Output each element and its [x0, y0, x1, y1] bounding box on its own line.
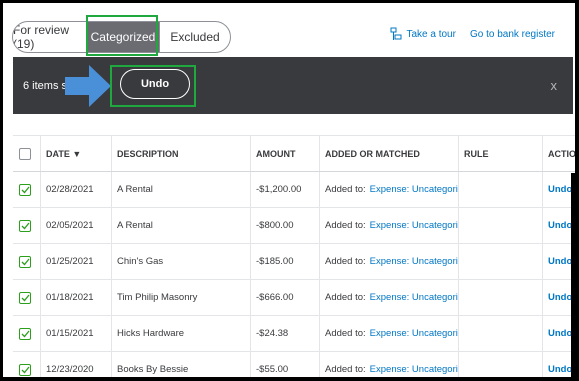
- category-link[interactable]: Expense: Uncategorized Expe: [370, 328, 458, 339]
- check-icon: [21, 186, 30, 193]
- row-checkbox[interactable]: [19, 291, 31, 304]
- row-amount: -$185.00: [251, 244, 320, 279]
- row-checkbox-cell: [13, 172, 41, 207]
- column-header-description: DESCRIPTION: [112, 136, 251, 171]
- added-to-label: Added to:: [325, 292, 366, 303]
- added-to-label: Added to:: [325, 256, 366, 267]
- table-row: 01/15/2021 Hicks Hardware -$24.38 Added …: [13, 316, 575, 352]
- table-row: 02/05/2021 A Rental -$800.00 Added to: E…: [13, 208, 575, 244]
- take-tour-link[interactable]: Take a tour: [390, 27, 456, 41]
- check-icon: [21, 222, 30, 229]
- row-rule: [459, 244, 543, 279]
- table-row: 12/23/2020 Books By Bessie -$55.00 Added…: [13, 352, 575, 377]
- row-undo-link[interactable]: Undo: [548, 328, 572, 339]
- row-description: Chin's Gas: [112, 244, 251, 279]
- row-undo-link[interactable]: Undo: [548, 256, 572, 267]
- row-date: 01/25/2021: [41, 244, 112, 279]
- row-rule: [459, 316, 543, 351]
- check-icon: [21, 258, 30, 265]
- row-checkbox-cell: [13, 352, 41, 377]
- row-checkbox[interactable]: [19, 255, 31, 268]
- row-rule: [459, 352, 543, 377]
- row-date: 01/15/2021: [41, 316, 112, 351]
- select-all-checkbox[interactable]: [19, 147, 31, 160]
- added-to-label: Added to:: [325, 364, 366, 375]
- bank-register-link[interactable]: Go to bank register: [470, 29, 555, 40]
- row-date: 01/18/2021: [41, 280, 112, 315]
- row-checkbox-cell: [13, 208, 41, 243]
- row-date: 12/23/2020: [41, 352, 112, 377]
- row-amount: -$24.38: [251, 316, 320, 351]
- row-added: Added to: Expense: Uncategorized Expe: [320, 280, 459, 315]
- row-description: A Rental: [112, 172, 251, 207]
- row-checkbox-cell: [13, 244, 41, 279]
- tour-icon: [390, 27, 402, 40]
- row-description: Books By Bessie: [112, 352, 251, 377]
- row-description: Tim Philip Masonry: [112, 280, 251, 315]
- added-to-label: Added to:: [325, 184, 366, 195]
- check-icon: [21, 294, 30, 301]
- check-icon: [21, 366, 30, 373]
- row-rule: [459, 172, 543, 207]
- highlight-box-categorized: [86, 15, 158, 56]
- row-amount: -$55.00: [251, 352, 320, 377]
- added-to-label: Added to:: [325, 220, 366, 231]
- row-date: 02/28/2021: [41, 172, 112, 207]
- row-rule: [459, 280, 543, 315]
- category-link[interactable]: Expense: Uncategorized Expe: [370, 292, 458, 303]
- category-link[interactable]: Expense: Uncategorized Expe: [370, 184, 458, 195]
- row-added: Added to: Expense: Uncategorized Expe: [320, 172, 459, 207]
- table-row: 01/18/2021 Tim Philip Masonry -$666.00 A…: [13, 280, 575, 316]
- row-checkbox-cell: [13, 316, 41, 351]
- row-undo-link[interactable]: Undo: [548, 292, 572, 303]
- tab-excluded[interactable]: Excluded: [160, 22, 230, 52]
- row-amount: -$666.00: [251, 280, 320, 315]
- row-added: Added to: Expense: Uncategorized Expe: [320, 244, 459, 279]
- column-header-rule: RULE: [459, 136, 543, 171]
- vertical-scrollbar[interactable]: [571, 173, 575, 377]
- row-checkbox[interactable]: [19, 183, 31, 196]
- table-row: 01/25/2021 Chin's Gas -$185.00 Added to:…: [13, 244, 575, 280]
- column-header-date[interactable]: DATE ▼: [41, 136, 112, 171]
- row-undo-link[interactable]: Undo: [548, 220, 572, 231]
- row-added: Added to: Expense: Uncategorized Expe: [320, 316, 459, 351]
- top-links: Take a tour Go to bank register: [390, 27, 555, 41]
- transactions-table: DATE ▼ DESCRIPTION AMOUNT ADDED OR MATCH…: [13, 135, 575, 377]
- row-description: A Rental: [112, 208, 251, 243]
- category-link[interactable]: Expense: Uncategorized Expe: [370, 364, 458, 375]
- close-icon[interactable]: x: [551, 57, 558, 114]
- row-undo-link[interactable]: Undo: [548, 184, 572, 195]
- row-checkbox[interactable]: [19, 219, 31, 232]
- take-tour-label: Take a tour: [406, 28, 456, 40]
- column-header-amount: AMOUNT: [251, 136, 320, 171]
- check-icon: [21, 330, 30, 337]
- undo-button[interactable]: Undo: [120, 69, 190, 99]
- category-link[interactable]: Expense: Uncategorized Expe: [370, 220, 458, 231]
- table-row: 02/28/2021 A Rental -$1,200.00 Added to:…: [13, 172, 575, 208]
- column-header-added: ADDED OR MATCHED: [320, 136, 459, 171]
- row-checkbox[interactable]: [19, 327, 31, 340]
- row-checkbox-cell: [13, 280, 41, 315]
- tab-for-review[interactable]: For review (19): [13, 22, 87, 52]
- row-date: 02/05/2021: [41, 208, 112, 243]
- select-all-cell: [13, 136, 41, 171]
- bank-feed-panel: For review (19) Categorized Excluded Tak…: [3, 3, 575, 377]
- category-link[interactable]: Expense: Uncategorized Expe: [370, 256, 458, 267]
- row-amount: -$800.00: [251, 208, 320, 243]
- added-to-label: Added to:: [325, 328, 366, 339]
- row-added: Added to: Expense: Uncategorized Expe: [320, 352, 459, 377]
- row-amount: -$1,200.00: [251, 172, 320, 207]
- column-header-action: ACTION: [548, 148, 575, 159]
- row-undo-link[interactable]: Undo: [548, 364, 572, 375]
- row-description: Hicks Hardware: [112, 316, 251, 351]
- arrow-right-icon: [65, 65, 111, 107]
- row-rule: [459, 208, 543, 243]
- row-added: Added to: Expense: Uncategorized Expe: [320, 208, 459, 243]
- row-checkbox[interactable]: [19, 363, 31, 376]
- table-header: DATE ▼ DESCRIPTION AMOUNT ADDED OR MATCH…: [13, 135, 575, 172]
- batch-action-bar: 6 items sele Undo x: [13, 57, 573, 114]
